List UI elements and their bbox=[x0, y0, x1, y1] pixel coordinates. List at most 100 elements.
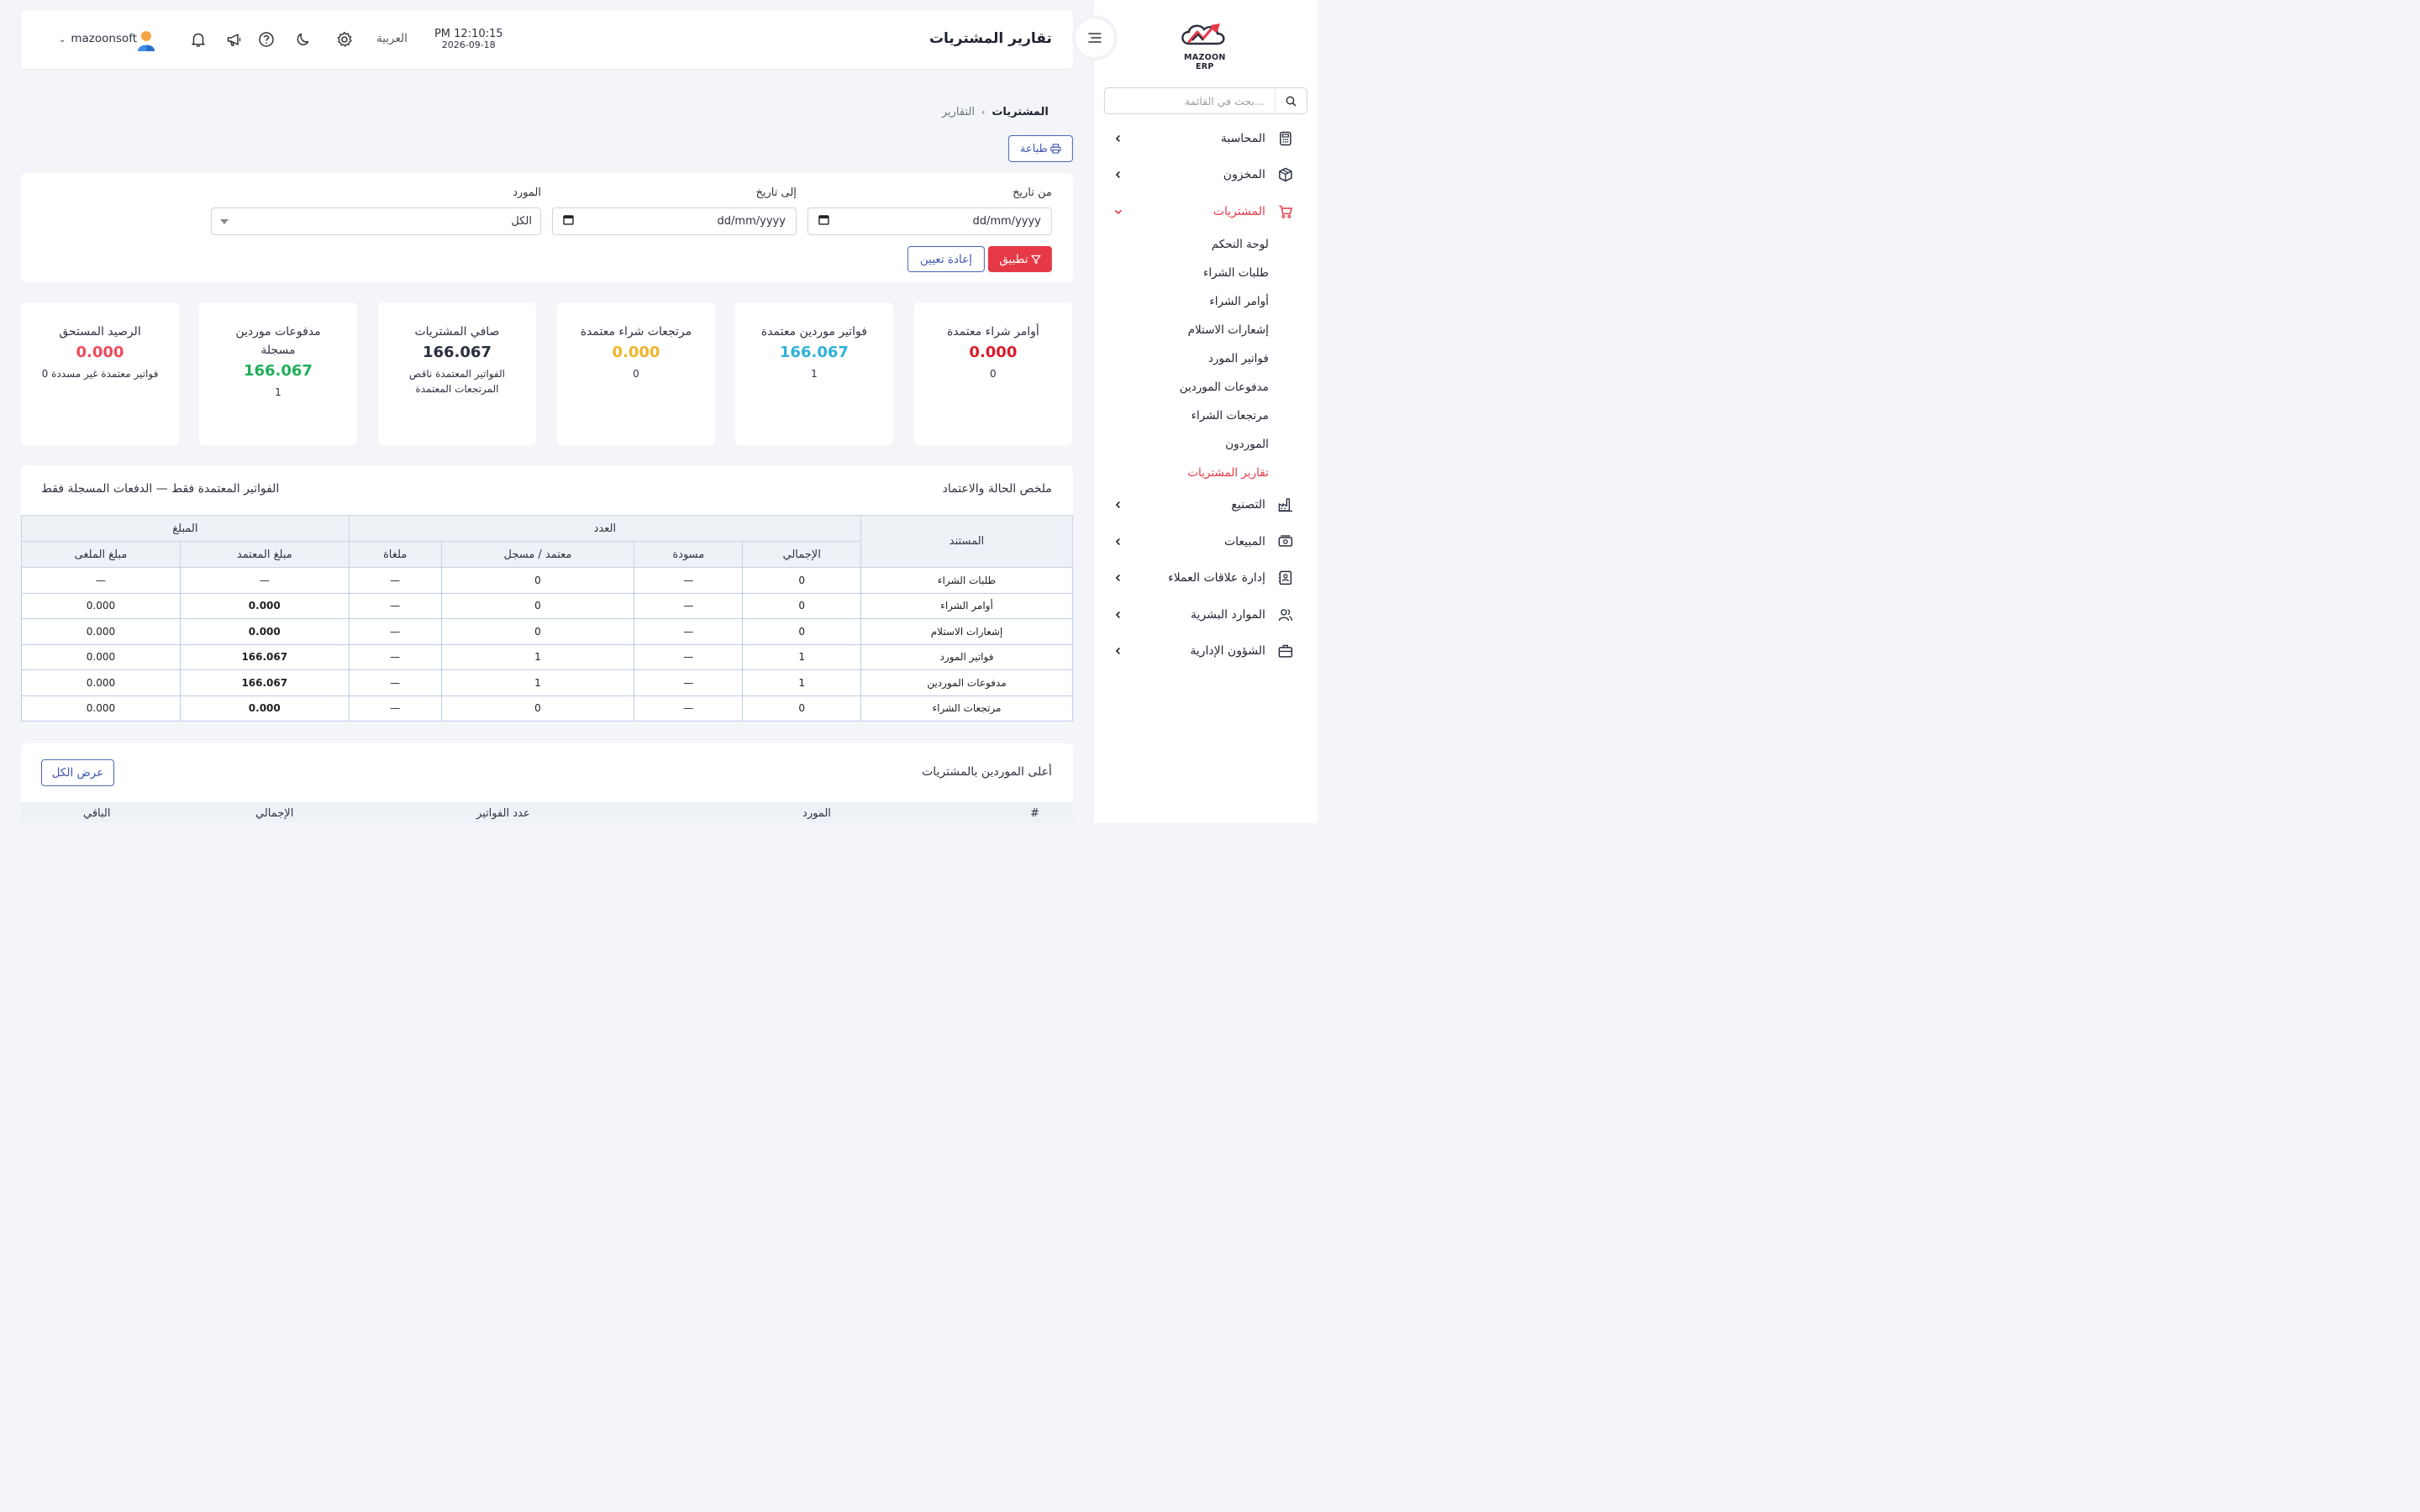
user-menu[interactable]: ⌄ mazoonsoft bbox=[59, 32, 137, 45]
cell-total: 0 bbox=[742, 617, 862, 645]
kpi-card-outstanding-balance: الرصيد المستحق 0.000 0 فواتير معتمدة غير… bbox=[20, 302, 179, 445]
sidebar-item-sales[interactable]: المبيعات bbox=[1092, 523, 1318, 559]
cell-draft: — bbox=[634, 669, 744, 696]
kpi-title: مدفوعات موردين مسجلة bbox=[235, 324, 321, 357]
sidebar-item-accounting[interactable]: المحاسبة bbox=[1092, 120, 1318, 156]
help-icon[interactable] bbox=[257, 30, 276, 49]
cell-cancelled: — bbox=[348, 566, 442, 594]
avatar[interactable] bbox=[135, 29, 157, 52]
cell-draft: — bbox=[634, 566, 744, 594]
sidebar-item-inventory[interactable]: المخزون bbox=[1092, 156, 1318, 192]
sidebar-item-label: المبيعات bbox=[1223, 534, 1265, 549]
header-approved: معتمد / مسجل bbox=[440, 540, 635, 568]
kpi-title: فواتير موردين معتمدة bbox=[760, 324, 867, 339]
submenu-item-purchase-requests[interactable]: طلبات الشراء bbox=[1092, 258, 1318, 286]
top-suppliers-table-header: # المورد عدد الفواتير الإجمالي الباقي bbox=[20, 801, 1073, 823]
breadcrumb-current: المشتريات bbox=[992, 105, 1049, 118]
submenu-item-purchase-returns[interactable]: مرتجعات الشراء bbox=[1092, 401, 1318, 429]
search-icon[interactable] bbox=[1274, 87, 1307, 113]
header-cancelled-amount: مبلغ الملغى bbox=[20, 540, 181, 568]
table-row: طلبات الشراء 0 — 0 — — — bbox=[20, 566, 1073, 594]
header-cancelled: ملغاة bbox=[348, 540, 442, 568]
cell-document: طلبات الشراء bbox=[860, 566, 1073, 594]
kpi-card-approved-invoices: فواتير موردين معتمدة 166.067 1 bbox=[734, 302, 893, 445]
reset-button[interactable]: إعادة تعيين bbox=[907, 245, 985, 272]
sidebar-search-input[interactable] bbox=[1104, 88, 1275, 113]
brand-logo[interactable]: MAZOON ERP bbox=[1175, 20, 1235, 71]
supplier-value: الكل bbox=[511, 214, 532, 228]
sidebar-item-purchases[interactable]: المشتريات bbox=[1092, 193, 1318, 229]
apply-button[interactable]: تطبيق bbox=[987, 245, 1052, 272]
top-bar: تقارير المشتريات PM 12:10:15 2026-09-18 … bbox=[20, 9, 1073, 69]
purchases-submenu: لوحة التحكم طلبات الشراء أوامر الشراء إش… bbox=[1092, 229, 1318, 486]
header-index: # bbox=[1029, 806, 1039, 820]
cell-cancelled: — bbox=[348, 592, 442, 619]
table-row: مدفوعات الموردين 1 — 1 — 166.067 0.000 bbox=[20, 669, 1073, 696]
sidebar-item-manufacturing[interactable]: التصنيع bbox=[1092, 486, 1318, 522]
supplier-select[interactable]: الكل bbox=[210, 207, 541, 235]
megaphone-icon[interactable] bbox=[225, 30, 244, 49]
header-approved-amount: مبلغ المعتمد bbox=[179, 540, 350, 568]
kpi-value: 0.000 bbox=[76, 343, 124, 361]
cell-approved: 0 bbox=[440, 617, 635, 645]
submenu-item-dashboard[interactable]: لوحة التحكم bbox=[1092, 229, 1318, 258]
submenu-item-purchase-orders[interactable]: أوامر الشراء bbox=[1092, 286, 1318, 315]
view-all-button[interactable]: عرض الكل bbox=[40, 759, 114, 786]
table-row: فواتير المورد 1 — 1 — 166.067 0.000 bbox=[20, 643, 1073, 670]
kpi-subtext: 1 bbox=[275, 386, 281, 398]
kpi-subtext: 1 bbox=[811, 367, 818, 380]
chevron-down-icon bbox=[1111, 204, 1126, 219]
chevron-left-icon bbox=[1111, 167, 1126, 182]
briefcase-icon bbox=[1277, 643, 1294, 659]
cash-icon bbox=[1277, 533, 1294, 550]
kpi-title: الرصيد المستحق bbox=[59, 324, 141, 339]
sidebar-item-label: إدارة علاقات العملاء bbox=[1168, 571, 1265, 585]
submenu-item-supplier-payments[interactable]: مدفوعات الموردين bbox=[1092, 372, 1318, 401]
sidebar-toggle-button[interactable] bbox=[1075, 18, 1114, 57]
sidebar-item-admin[interactable]: الشؤون الإدارية bbox=[1092, 633, 1318, 669]
header-amount: المبلغ bbox=[20, 514, 350, 542]
kpi-card-net-purchases: صافي المشتريات 166.067 الفواتير المعتمدة… bbox=[377, 302, 536, 445]
gear-icon[interactable] bbox=[335, 30, 354, 49]
cell-document: إشعارات الاستلام bbox=[860, 617, 1073, 645]
cell-approved: 1 bbox=[440, 643, 635, 670]
cell-cancelled: — bbox=[348, 695, 442, 722]
breadcrumb-parent[interactable]: التقارير bbox=[942, 106, 975, 118]
submenu-item-supplier-invoices[interactable]: فواتير المورد bbox=[1092, 344, 1318, 372]
bell-icon[interactable] bbox=[189, 30, 208, 49]
cell-draft: — bbox=[634, 617, 744, 645]
kpi-value: 166.067 bbox=[779, 343, 849, 361]
to-date-input[interactable]: dd/mm/yyyy bbox=[551, 207, 797, 235]
clock: PM 12:10:15 2026-09-18 bbox=[434, 29, 503, 50]
submenu-item-suppliers[interactable]: الموردون bbox=[1092, 429, 1318, 458]
sidebar-search bbox=[1103, 87, 1307, 114]
submenu-item-purchase-reports[interactable]: تقارير المشتريات bbox=[1092, 458, 1318, 486]
breadcrumb: المشتريات ‹ التقارير bbox=[942, 106, 1049, 118]
cell-cancelled-amount: 0.000 bbox=[20, 643, 181, 670]
chevron-left-icon bbox=[1111, 643, 1126, 659]
submenu-item-receipt-notes[interactable]: إشعارات الاستلام bbox=[1092, 315, 1318, 344]
print-button[interactable]: طباعة bbox=[1007, 134, 1073, 162]
sidebar-item-hr[interactable]: الموارد البشرية bbox=[1092, 596, 1318, 633]
calendar-icon bbox=[563, 214, 574, 228]
top-suppliers-card: أعلى الموردين بالمشتريات عرض الكل # المو… bbox=[20, 743, 1073, 823]
cell-approved: 1 bbox=[440, 669, 635, 696]
cell-document: أوامر الشراء bbox=[860, 592, 1073, 619]
kpi-title: مرتجعات شراء معتمدة bbox=[580, 324, 692, 339]
from-date-input[interactable]: dd/mm/yyyy bbox=[807, 207, 1052, 235]
cell-draft: — bbox=[634, 643, 744, 670]
filter-icon bbox=[1030, 255, 1041, 264]
cell-cancelled-amount: — bbox=[20, 566, 181, 594]
box-icon bbox=[1277, 166, 1294, 183]
users-icon bbox=[1277, 606, 1294, 623]
menu-icon bbox=[1088, 33, 1102, 43]
to-date-value: dd/mm/yyyy bbox=[717, 214, 786, 228]
language-switch[interactable]: العربية bbox=[376, 32, 408, 45]
sidebar-item-crm[interactable]: إدارة علاقات العملاء bbox=[1092, 559, 1318, 596]
page-canvas: MAZOON ERP المحاسبة المخزون المشتريات bbox=[0, 0, 1318, 823]
cell-approved: 0 bbox=[440, 695, 635, 722]
logo-text: MAZOON ERP bbox=[1184, 52, 1226, 71]
cart-icon bbox=[1277, 203, 1294, 220]
clock-time: PM 12:10:15 bbox=[434, 27, 503, 40]
moon-icon[interactable] bbox=[294, 30, 313, 49]
